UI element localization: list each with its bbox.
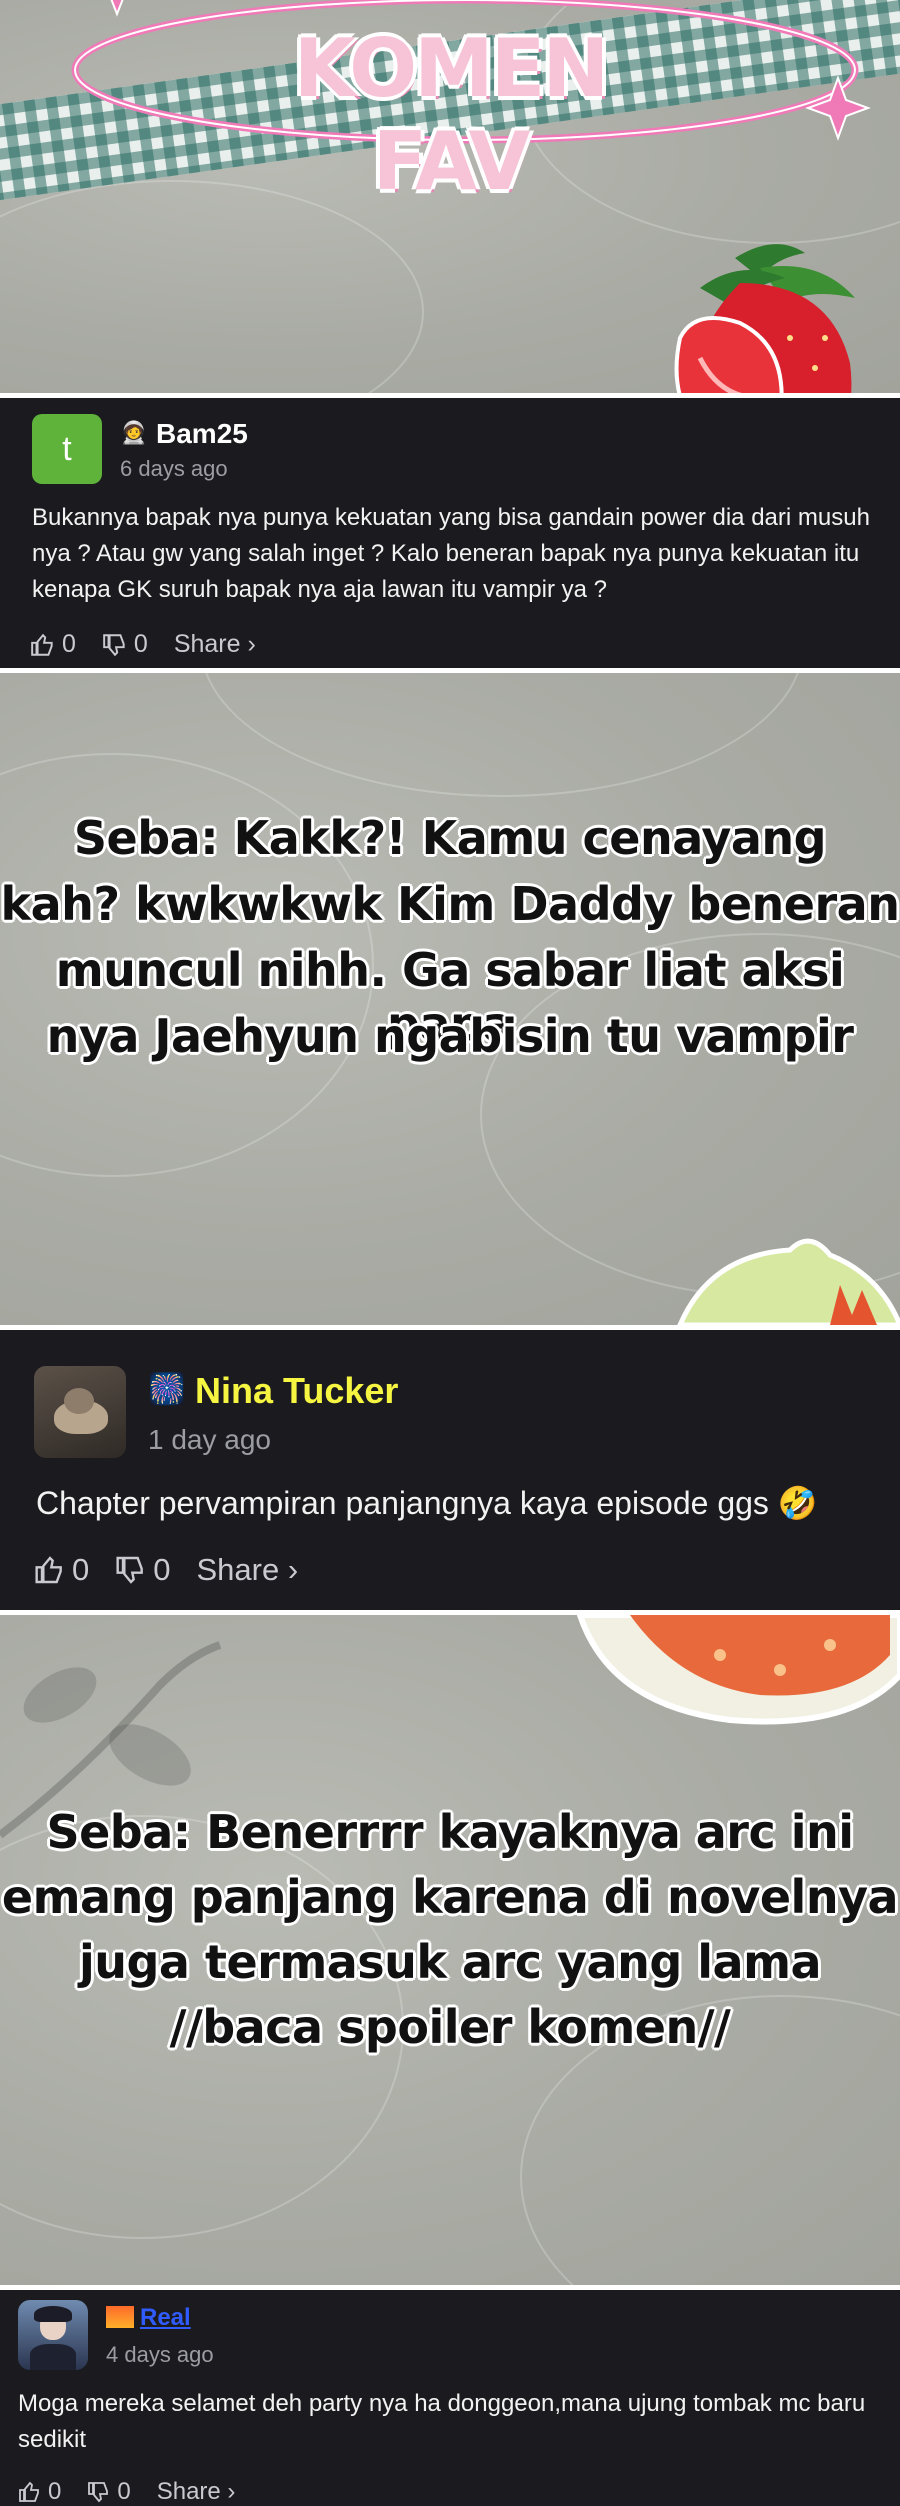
comment-username[interactable]: Bam25 xyxy=(156,418,248,450)
reply-text-line: //baca spoiler komen// xyxy=(169,2000,731,2054)
reply-text-line: juga termasuk arc yang lama xyxy=(78,1935,822,1989)
avatar[interactable]: t xyxy=(32,414,102,484)
thumbs-down-icon xyxy=(116,1556,144,1584)
like-count: 0 xyxy=(62,630,76,658)
reply-panel: Seba: Kakk?! Kamu cenayang kah? kwkwkwk … xyxy=(0,673,900,1325)
comment-username[interactable]: Real xyxy=(140,2304,191,2332)
reply-text-line: kah? kwkwkwk Kim Daddy beneran xyxy=(0,877,900,931)
fruit-slice-decoration xyxy=(677,1238,900,1325)
comment-text: Chapter pervampiran panjangnya kaya epis… xyxy=(36,1485,818,1521)
like-button[interactable]: 0 xyxy=(34,1552,89,1588)
thumbs-down-icon xyxy=(103,633,125,656)
fruit-slice-decoration xyxy=(576,1615,900,1725)
comment-text: Moga mereka selamet deh party nya ha don… xyxy=(18,2390,866,2453)
comment-text: Bukannya bapak nya punya kekuatan yang b… xyxy=(32,504,870,603)
comment-username[interactable]: Nina Tucker xyxy=(195,1370,398,1412)
comment-actions: 0 0 Share › xyxy=(34,1552,324,1588)
strawberry-icon xyxy=(674,244,855,395)
comment-card: 🎆 Nina Tucker 1 day ago Chapter pervampi… xyxy=(0,1330,900,1610)
badge-icon xyxy=(106,2306,134,2328)
dislike-count: 0 xyxy=(153,1552,171,1587)
like-button[interactable]: 0 xyxy=(30,630,76,659)
avatar[interactable] xyxy=(18,2300,88,2370)
reply-text-line: emang panjang karena di novelnya xyxy=(1,1870,899,1924)
reply-text-line: nya Jaehyun ngabisin tu vampir xyxy=(46,1009,854,1063)
dislike-count: 0 xyxy=(117,2478,131,2505)
comment-card: t 🧑‍🚀 Bam25 6 days ago Bukannya bapak ny… xyxy=(0,398,900,668)
reply-text-line: Seba: Kakk?! Kamu cenayang xyxy=(73,811,827,865)
reply-panel: Seba: Benerrrr kayaknya arc ini emang pa… xyxy=(0,1615,900,2285)
comment-timestamp: 6 days ago xyxy=(120,456,228,481)
like-button[interactable]: 0 xyxy=(18,2478,61,2506)
page: KOMEN FAV t 🧑‍🚀 Bam25 6 days ago Bukanny… xyxy=(0,0,900,2505)
like-count: 0 xyxy=(48,2478,62,2505)
thumbs-up-icon xyxy=(31,633,53,656)
share-button[interactable]: Share › xyxy=(197,1552,299,1588)
dislike-count: 0 xyxy=(133,630,148,658)
thumbs-up-icon xyxy=(35,1556,62,1584)
thumbs-up-icon xyxy=(19,2481,39,2502)
share-button[interactable]: Share › xyxy=(174,630,256,659)
thumbs-down-icon xyxy=(88,2482,109,2503)
dislike-button[interactable]: 0 xyxy=(115,1552,171,1588)
dislike-button[interactable]: 0 xyxy=(87,2478,131,2506)
like-count: 0 xyxy=(72,1552,90,1587)
comment-timestamp: 1 day ago xyxy=(148,1424,271,1455)
share-button[interactable]: Share › xyxy=(157,2478,236,2506)
comment-timestamp: 4 days ago xyxy=(106,2342,214,2367)
comment-actions: 0 0 Share › xyxy=(18,2478,261,2506)
badge-icon: 🎆 xyxy=(148,1373,186,1406)
reply-text-line: Seba: Benerrrr kayaknya arc ini xyxy=(46,1805,854,1859)
page-title: KOMEN FAV xyxy=(293,22,610,208)
header-panel: KOMEN FAV xyxy=(0,0,900,395)
avatar-letter: t xyxy=(62,429,72,468)
avatar[interactable] xyxy=(34,1366,126,1458)
dislike-button[interactable]: 0 xyxy=(102,630,148,659)
comment-card: Real 4 days ago Moga mereka selamet deh … xyxy=(0,2290,900,2505)
badge-icon: 🧑‍🚀 xyxy=(120,420,148,445)
comment-actions: 0 0 Share › xyxy=(30,630,282,659)
